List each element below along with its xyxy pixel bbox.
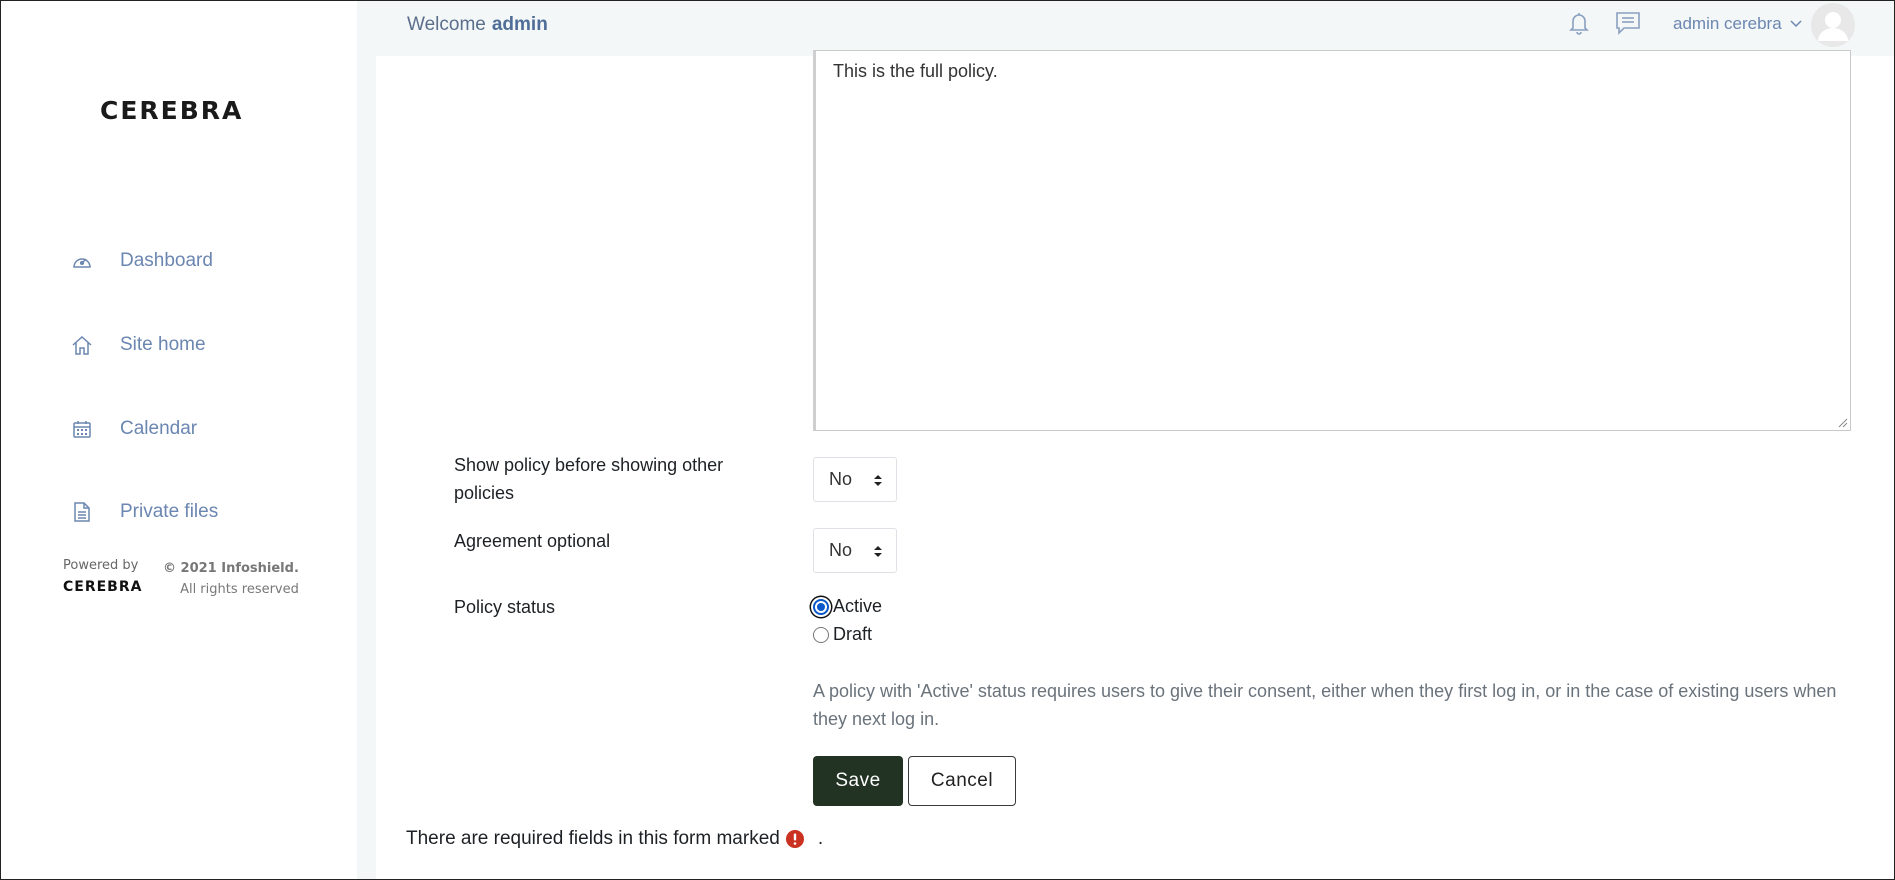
notification-bell-icon[interactable] — [1567, 10, 1591, 36]
user-menu-toggle[interactable]: admin cerebra — [1673, 14, 1802, 34]
sidebar-item-calendar[interactable]: Calendar — [70, 409, 197, 449]
site-logo[interactable]: CEREBRA — [100, 96, 243, 125]
copyright-line-2: All rights reserved — [180, 582, 299, 597]
cancel-button[interactable]: Cancel — [908, 756, 1016, 806]
status-radio-active[interactable]: Active — [813, 596, 882, 617]
policy-status-label: Policy status — [454, 597, 556, 617]
radio-button[interactable] — [813, 626, 829, 643]
sidebar: CEREBRA Dashboard Site home Calendar Pri… — [0, 0, 357, 880]
sidebar-item-label: Dashboard — [120, 250, 213, 271]
show-policy-label: Show policy before showing other policie… — [454, 455, 724, 503]
resize-handle-icon[interactable] — [1836, 416, 1848, 428]
radio-button[interactable] — [813, 598, 829, 615]
home-icon — [70, 333, 94, 357]
sidebar-item-site-home[interactable]: Site home — [70, 325, 206, 365]
select-arrows-icon — [874, 546, 882, 557]
show-policy-select[interactable]: No — [813, 457, 897, 502]
radio-label: Draft — [833, 624, 873, 644]
powered-by-brand: CEREBRA — [63, 579, 143, 595]
file-icon — [70, 500, 94, 524]
welcome-username: admin — [491, 14, 548, 35]
required-fields-note: There are required fields in this form m… — [406, 828, 823, 850]
editor-text: This is the full policy. — [833, 61, 998, 81]
select-value: No — [829, 469, 853, 489]
sidebar-item-dashboard[interactable]: Dashboard — [70, 241, 213, 281]
required-exclamation-icon — [785, 830, 804, 848]
messages-icon[interactable] — [1615, 11, 1641, 35]
welcome-message: Welcome admin — [407, 14, 548, 36]
policy-content-editor[interactable]: This is the full policy. — [813, 50, 1851, 431]
copyright: © 2021 Infoshield. All rights reserved — [163, 558, 299, 600]
sidebar-item-private-files[interactable]: Private files — [70, 492, 218, 532]
save-button[interactable]: Save — [813, 756, 903, 806]
avatar[interactable] — [1811, 3, 1855, 47]
top-navbar — [357, 0, 1895, 56]
user-menu-label: admin cerebra — [1673, 14, 1782, 33]
required-note-text: There are required fields in this form m… — [406, 828, 780, 849]
sidebar-item-label: Private files — [120, 501, 219, 522]
chevron-down-icon — [1790, 20, 1802, 28]
select-value: No — [829, 540, 853, 560]
welcome-label: Welcome — [407, 14, 486, 35]
gauge-icon — [70, 249, 94, 273]
copyright-line-1: © 2021 Infoshield. — [163, 561, 299, 576]
status-radio-draft[interactable]: Draft — [813, 624, 872, 645]
agreement-optional-label: Agreement optional — [454, 531, 611, 551]
powered-by-label: Powered by — [63, 558, 139, 573]
sidebar-item-label: Site home — [120, 334, 206, 355]
radio-label: Active — [833, 596, 883, 616]
required-note-end: . — [817, 828, 824, 849]
calendar-icon — [70, 417, 94, 441]
status-help-text: A policy with 'Active' status requires u… — [813, 681, 1837, 729]
sidebar-item-label: Calendar — [120, 418, 198, 439]
select-arrows-icon — [874, 475, 882, 486]
agreement-optional-select[interactable]: No — [813, 528, 897, 573]
